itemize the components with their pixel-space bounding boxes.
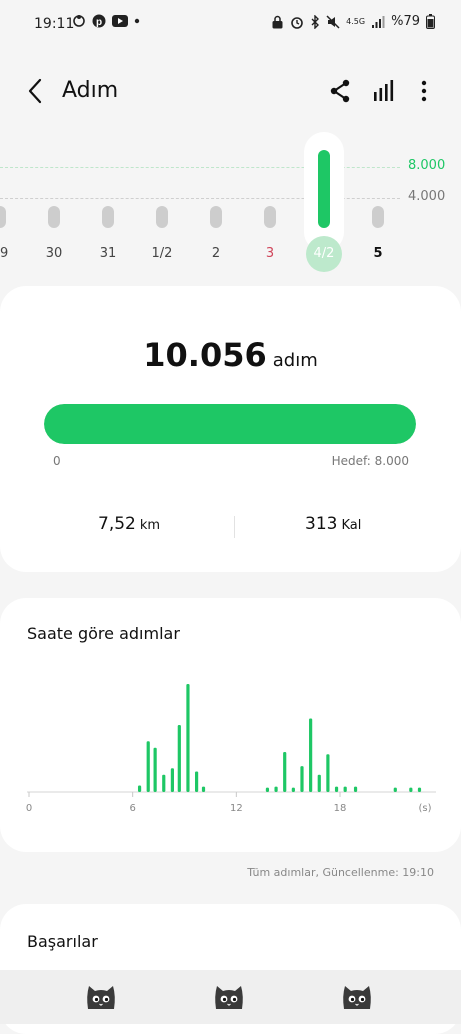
hour-bar xyxy=(265,787,270,792)
steps-unit: adım xyxy=(272,350,318,371)
hour-bar xyxy=(291,787,295,792)
status-time: 19:11 xyxy=(34,16,75,32)
battery-icon xyxy=(426,14,435,29)
hour-bar xyxy=(177,725,181,792)
bar-chart-icon xyxy=(374,80,394,101)
day-bar[interactable] xyxy=(102,206,114,228)
trends-button[interactable] xyxy=(368,74,400,108)
divider xyxy=(234,516,235,538)
bottom-nav-button[interactable] xyxy=(84,982,118,1012)
hour-bar xyxy=(137,785,142,792)
progress-min-label: 0 xyxy=(53,454,61,468)
x-tick-label: 18 xyxy=(334,803,347,814)
hour-bar xyxy=(170,768,175,792)
hour-bar xyxy=(326,754,330,792)
hour-bar xyxy=(274,786,278,792)
x-tick-label: 12 xyxy=(230,803,243,814)
hour-bar xyxy=(194,771,199,792)
day-bar[interactable] xyxy=(372,206,384,228)
day-label[interactable]: 31 xyxy=(88,246,128,261)
back-button[interactable] xyxy=(22,74,50,108)
summary-card: 10.056 adım 0 Hedef: 8.000 7,52 km 313 Kal xyxy=(0,286,461,572)
hour-bar xyxy=(162,774,166,792)
more-options-button[interactable] xyxy=(408,74,440,108)
notification-icon xyxy=(73,15,85,27)
day-label[interactable]: 30 xyxy=(34,246,74,261)
day-label[interactable]: 5 xyxy=(358,246,398,261)
calories-stat: 313 Kal xyxy=(305,514,361,534)
cat-icon xyxy=(87,986,115,1009)
hour-bar xyxy=(300,766,304,792)
steps-value: 10.056 xyxy=(143,336,267,374)
dot-icon xyxy=(134,18,140,24)
hourly-steps-chart: 0 6 12 18 (s) xyxy=(26,684,436,814)
hour-bar xyxy=(343,786,347,792)
goal-label: Hedef: 8.000 xyxy=(331,454,409,468)
alarm-icon xyxy=(291,16,303,29)
day-label[interactable]: 29 xyxy=(0,246,20,261)
network-type: 4.5G xyxy=(346,17,366,26)
mute-icon xyxy=(326,14,340,29)
bluetooth-icon xyxy=(311,14,320,29)
x-tick-label: (s) xyxy=(418,803,431,814)
share-button[interactable] xyxy=(324,74,356,108)
cat-icon xyxy=(343,986,371,1009)
hour-bar xyxy=(353,786,358,792)
hour-bar xyxy=(417,787,422,792)
steps-total: 10.056 adım xyxy=(0,336,461,374)
day-label[interactable]: 1/2 xyxy=(142,246,182,261)
hour-bar xyxy=(153,747,157,792)
day-label[interactable]: 2 xyxy=(196,246,236,261)
calories-unit: Kal xyxy=(341,518,362,533)
hour-bar xyxy=(393,787,397,792)
lock-icon xyxy=(272,15,283,28)
day-bar[interactable] xyxy=(264,206,276,228)
daily-steps-strip: 8.000 4.000 29 30 31 1/2 23 4/2 5 xyxy=(0,130,461,280)
day-bar[interactable] xyxy=(48,206,60,228)
distance-unit: km xyxy=(139,518,161,533)
bottom-nav-button[interactable] xyxy=(212,982,246,1012)
hour-bar xyxy=(283,752,287,792)
bottom-nav-button[interactable] xyxy=(340,982,374,1012)
goal-label-high: 8.000 xyxy=(408,158,446,173)
signal-icon xyxy=(372,15,385,28)
page-title: Adım xyxy=(62,78,119,103)
status-bar: 19:11 p 4.5G %79 xyxy=(0,0,461,50)
day-bar[interactable] xyxy=(318,150,330,228)
cat-icon xyxy=(215,986,243,1009)
day-bar[interactable] xyxy=(0,206,6,228)
goal-label-low: 4.000 xyxy=(408,189,446,204)
battery-percent: %79 xyxy=(391,14,420,29)
day-bar[interactable] xyxy=(156,206,168,228)
hour-bar xyxy=(201,786,206,792)
hour-bar xyxy=(309,718,313,792)
achievements-title: Başarılar xyxy=(27,932,98,951)
bottom-navigation xyxy=(0,970,461,1024)
goal-progress-bar xyxy=(44,404,416,444)
hour-bar xyxy=(334,786,339,792)
youtube-icon xyxy=(112,15,128,27)
distance-value: 7,52 xyxy=(98,514,136,534)
x-tick-label: 6 xyxy=(129,803,135,814)
pinterest-icon: p xyxy=(92,14,106,28)
hour-bar xyxy=(409,787,413,792)
hour-bar xyxy=(317,774,321,792)
hour-bar xyxy=(146,741,150,792)
calories-value: 313 xyxy=(305,514,338,534)
last-updated-text: Tüm adımlar, Güncellenme: 19:10 xyxy=(247,866,434,879)
more-vertical-icon xyxy=(421,80,427,102)
hourly-steps-card[interactable]: Saate göre adımlar 0 6 12 18 (s) xyxy=(0,598,461,852)
day-label[interactable]: 4/2 xyxy=(304,246,344,261)
app-bar: Adım xyxy=(0,60,461,124)
chevron-left-icon xyxy=(28,78,42,104)
hour-bar xyxy=(186,684,190,792)
share-icon xyxy=(330,79,350,103)
svg-text:p: p xyxy=(96,17,102,28)
x-tick-label: 0 xyxy=(26,803,32,814)
day-label[interactable]: 3 xyxy=(250,246,290,261)
distance-stat: 7,52 km xyxy=(98,514,160,534)
day-bar[interactable] xyxy=(210,206,222,228)
goal-progress-fill xyxy=(44,404,416,444)
